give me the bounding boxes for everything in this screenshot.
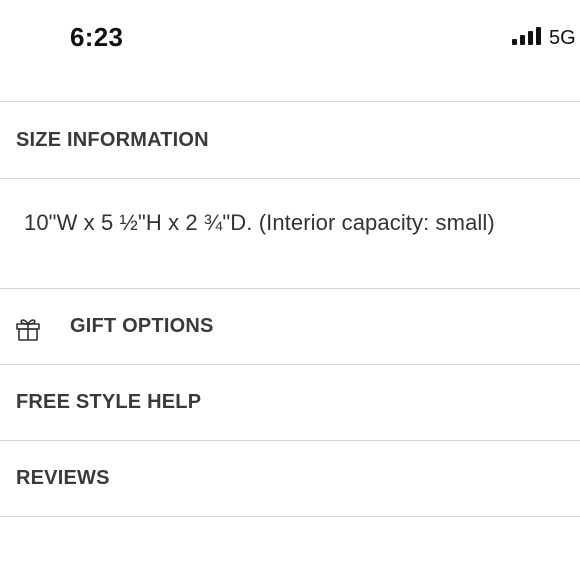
network-type-label: 5G [549,27,576,49]
divider [0,516,580,517]
size-detail-text: 10"W x 5 ½"H x 2 ¾"D. (Interior capacity… [24,210,495,235]
status-bar: 6:23 5G [0,0,580,78]
gift-icon [16,319,40,341]
section-gift-options[interactable]: GIFT OPTIONS [0,289,580,364]
cellular-signal-icon [512,27,541,45]
status-time: 6:23 [70,22,124,52]
section-reviews[interactable]: REVIEWS [0,441,580,516]
divider [0,178,580,179]
section-free-style-help[interactable]: FREE STYLE HELP [0,365,580,440]
section-title-reviews: REVIEWS [16,467,110,489]
section-size-information[interactable]: SIZE INFORMATION [0,102,580,178]
section-title-gift-options: GIFT OPTIONS [70,315,214,337]
section-title-free-style-help: FREE STYLE HELP [16,391,202,413]
section-title-size-information: SIZE INFORMATION [16,128,209,151]
